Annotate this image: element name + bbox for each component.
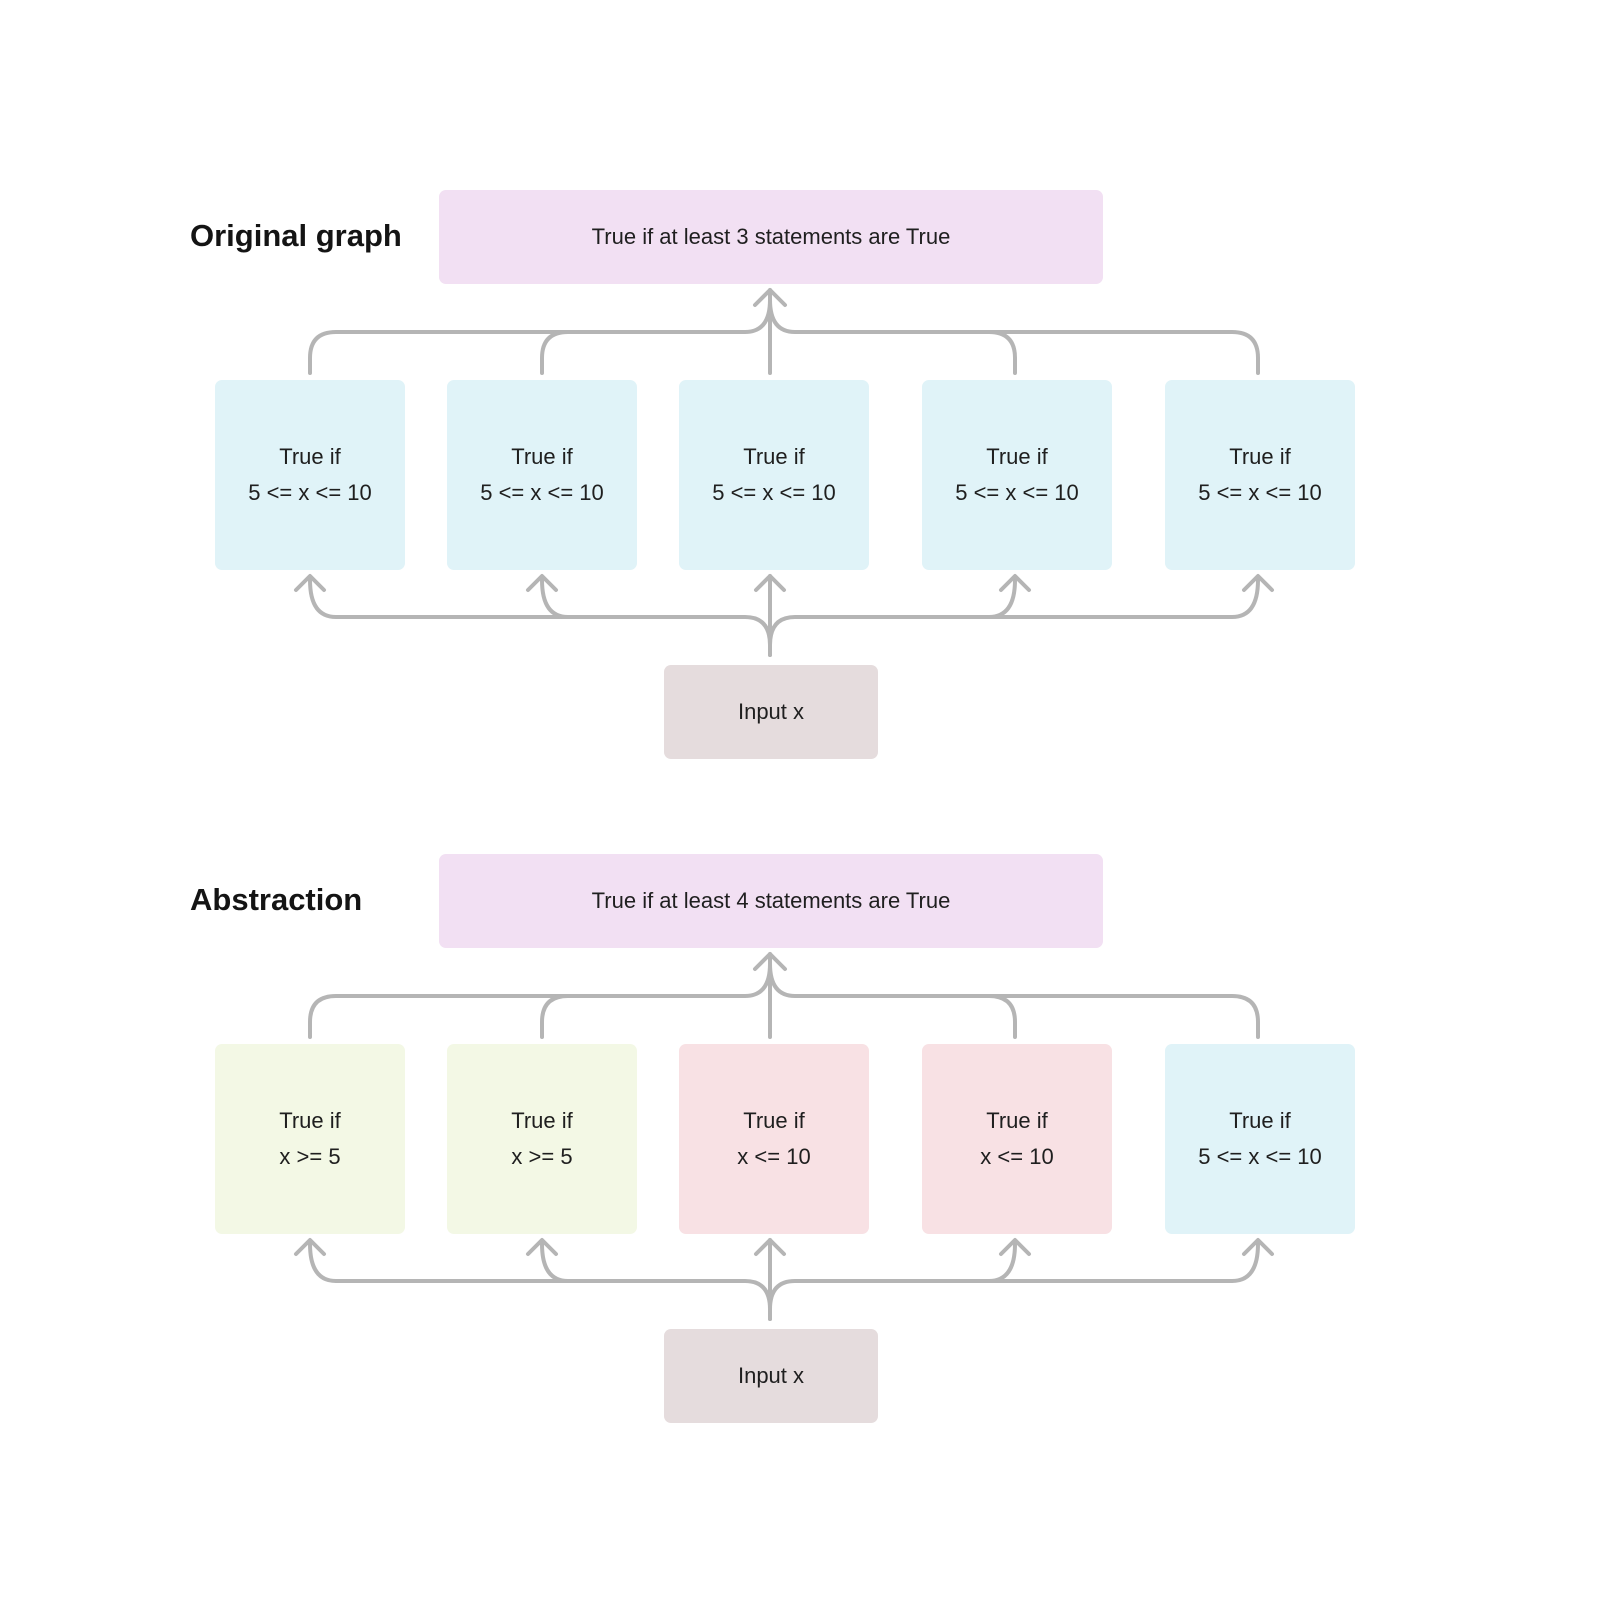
edge-up-2 <box>540 330 570 375</box>
section-abstraction: Abstraction True if at least 4 statement… <box>0 664 1600 1423</box>
section-original-graph: Original graph True if at least 3 statem… <box>0 0 1600 759</box>
edge-up-4 <box>987 994 1017 1039</box>
statement-node: True if 5 <= x <= 10 <box>215 380 405 570</box>
edge-up-4 <box>987 330 1017 375</box>
node-line2: x <= 10 <box>737 1144 811 1169</box>
statement-node: True if x <= 10 <box>679 1044 869 1234</box>
edge-in-2 <box>540 1242 570 1283</box>
edge-in-1 <box>308 1242 772 1321</box>
node-line2: x >= 5 <box>511 1144 573 1169</box>
edge-up-2 <box>540 994 570 1039</box>
statement-node: True if 5 <= x <= 10 <box>922 380 1112 570</box>
statement-node: True if x >= 5 <box>215 1044 405 1234</box>
node-line2: 5 <= x <= 10 <box>1198 1144 1322 1169</box>
edge-in-4 <box>987 578 1017 619</box>
node-line1: True if <box>1229 444 1291 469</box>
node-line2: 5 <= x <= 10 <box>248 480 372 505</box>
edge-in-2 <box>540 578 570 619</box>
node-line2: 5 <= x <= 10 <box>712 480 836 505</box>
node-line2: x <= 10 <box>980 1144 1054 1169</box>
edge-in-4 <box>987 1242 1017 1283</box>
node-line2: 5 <= x <= 10 <box>1198 480 1322 505</box>
node-line1: True if <box>279 444 341 469</box>
statement-node: True if x >= 5 <box>447 1044 637 1234</box>
node-line2: x >= 5 <box>279 1144 341 1169</box>
input-label: Input x <box>737 1363 805 1388</box>
statement-node: True if 5 <= x <= 10 <box>1165 1044 1355 1234</box>
node-line2: 5 <= x <= 10 <box>480 480 604 505</box>
node-line1: True if <box>1229 1108 1291 1133</box>
node-line1: True if <box>279 1108 341 1133</box>
statement-node: True if 5 <= x <= 10 <box>679 380 869 570</box>
node-line1: True if <box>986 444 1048 469</box>
node-line1: True if <box>511 444 573 469</box>
edge-in-1 <box>308 578 772 657</box>
node-line1: True if <box>743 444 805 469</box>
statement-node: True if 5 <= x <= 10 <box>447 380 637 570</box>
node-line1: True if <box>511 1108 573 1133</box>
node-line2: 5 <= x <= 10 <box>955 480 1079 505</box>
input-node: Input x <box>664 1329 878 1423</box>
statement-node: True if x <= 10 <box>922 1044 1112 1234</box>
statement-node: True if 5 <= x <= 10 <box>1165 380 1355 570</box>
node-line1: True if <box>743 1108 805 1133</box>
node-line1: True if <box>986 1108 1048 1133</box>
